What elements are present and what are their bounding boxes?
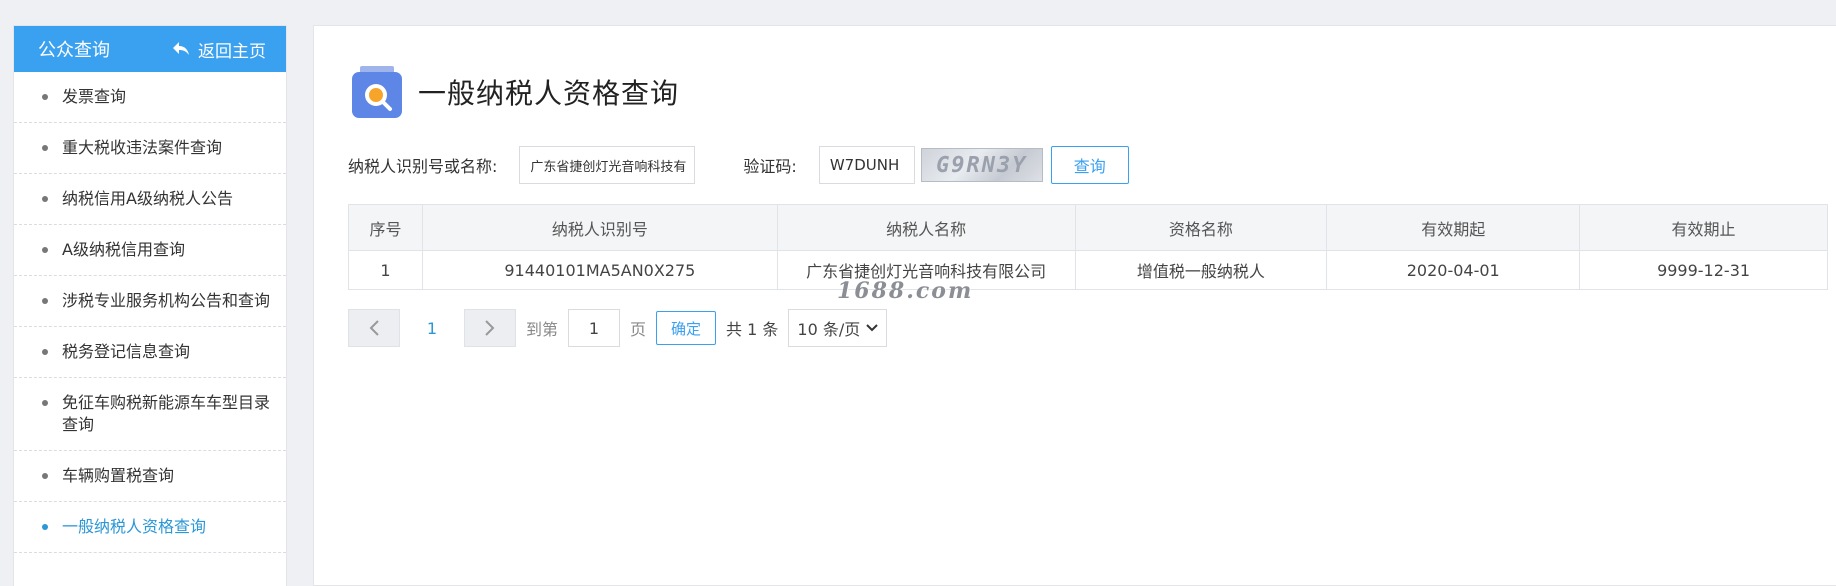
sidebar-item-label: 免征车购税新能源车车型目录查询 bbox=[62, 393, 271, 434]
bullet-icon bbox=[42, 524, 48, 530]
goto-page-input[interactable]: 1 bbox=[568, 309, 621, 347]
page-size-select[interactable]: 10 条/页 bbox=[788, 309, 888, 347]
cell-index: 1 bbox=[348, 250, 423, 290]
pagination: 1 到第 1 页 确定 共 1 条 10 条/页 bbox=[348, 309, 888, 347]
col-header-taxpayer-name: 纳税人名称 bbox=[776, 204, 1076, 251]
taxpayer-label: 纳税人识别号或名称: bbox=[348, 157, 498, 176]
sidebar-item-tax-agencies[interactable]: 涉税专业服务机构公告和查询 bbox=[14, 276, 286, 327]
sidebar-item-label: 一般纳税人资格查询 bbox=[62, 517, 207, 536]
sidebar-item-label: 重大税收违法案件查询 bbox=[62, 138, 223, 157]
captcha-label: 验证码: bbox=[743, 157, 797, 176]
bullet-icon bbox=[42, 349, 48, 355]
page-unit-label: 页 bbox=[630, 320, 647, 339]
captcha-input[interactable]: W7DUNH bbox=[818, 146, 915, 184]
watermark: 1688.com bbox=[837, 278, 974, 304]
bullet-icon bbox=[42, 473, 48, 479]
col-header-valid-to: 有效期止 bbox=[1579, 204, 1828, 251]
return-arrow-icon bbox=[173, 42, 189, 55]
sidebar-item-label: 发票查询 bbox=[62, 87, 127, 106]
sidebar-item-a-level-query[interactable]: A级纳税信用查询 bbox=[14, 225, 286, 276]
sidebar-item-label: 纳税信用A级纳税人公告 bbox=[62, 189, 233, 208]
bullet-icon bbox=[42, 94, 48, 100]
sidebar-item-label: 税务登记信息查询 bbox=[62, 342, 191, 361]
sidebar-title: 公众查询 bbox=[38, 40, 110, 61]
cell-taxpayer-id: 91440101MA5AN0X275 bbox=[421, 250, 778, 290]
sidebar-item-label: 涉税专业服务机构公告和查询 bbox=[62, 291, 271, 310]
total-count: 共 1 条 bbox=[726, 320, 779, 339]
cell-valid-from: 2020-04-01 bbox=[1326, 250, 1581, 290]
chevron-right-icon bbox=[485, 320, 495, 336]
query-form: 纳税人识别号或名称: 广东省捷创灯光音响科技有 验证码: W7DUNH G9RN… bbox=[348, 146, 1129, 184]
bullet-icon bbox=[42, 298, 48, 304]
sidebar-header: 公众查询 返回主页 bbox=[14, 26, 286, 72]
bullet-icon bbox=[42, 196, 48, 202]
query-button[interactable]: 查询 bbox=[1050, 146, 1129, 184]
col-header-valid-from: 有效期起 bbox=[1326, 204, 1581, 251]
cell-valid-to: 9999-12-31 bbox=[1579, 250, 1828, 290]
captcha-image[interactable]: G9RN3Y bbox=[920, 148, 1043, 182]
prev-page-button[interactable] bbox=[348, 309, 400, 347]
sidebar-item-a-level-notice[interactable]: 纳税信用A级纳税人公告 bbox=[14, 174, 286, 225]
sidebar-item-invoice[interactable]: 发票查询 bbox=[14, 72, 286, 123]
next-page-button[interactable] bbox=[464, 309, 516, 347]
sidebar-item-label: 车辆购置税查询 bbox=[62, 466, 175, 485]
sidebar-item-ev-catalog[interactable]: 免征车购税新能源车车型目录查询 bbox=[14, 378, 286, 451]
page-header: 一般纳税人资格查询 bbox=[350, 64, 679, 120]
sidebar-item-registration[interactable]: 税务登记信息查询 bbox=[14, 327, 286, 378]
page-size-value: 10 条/页 bbox=[797, 320, 861, 339]
sidebar-item-general-taxpayer[interactable]: 一般纳税人资格查询 bbox=[14, 502, 286, 553]
bullet-icon bbox=[42, 400, 48, 406]
sidebar-item-major-cases[interactable]: 重大税收违法案件查询 bbox=[14, 123, 286, 174]
goto-label: 到第 bbox=[526, 320, 559, 339]
bullet-icon bbox=[42, 145, 48, 151]
table-header-row: 序号 纳税人识别号 纳税人名称 资格名称 有效期起 有效期止 bbox=[348, 204, 1828, 251]
main-panel: 一般纳税人资格查询 纳税人识别号或名称: 广东省捷创灯光音响科技有 验证码: W… bbox=[313, 25, 1836, 586]
taxpayer-input[interactable]: 广东省捷创灯光音响科技有 bbox=[519, 146, 696, 184]
page-number[interactable]: 1 bbox=[406, 319, 458, 338]
back-home-link[interactable]: 返回主页 bbox=[172, 37, 266, 62]
col-header-qualification: 资格名称 bbox=[1074, 204, 1328, 251]
cell-qualification: 增值税一般纳税人 bbox=[1074, 250, 1328, 290]
sidebar: 公众查询 返回主页 发票查询 重大税收违法案件查询 纳税信用A级纳税人公告 A级… bbox=[13, 25, 287, 586]
bullet-icon bbox=[42, 247, 48, 253]
chevron-down-icon bbox=[866, 324, 878, 332]
goto-confirm-button[interactable]: 确定 bbox=[656, 311, 717, 345]
table-row: 1 91440101MA5AN0X275 广东省捷创灯光音响科技有限公司 增值税… bbox=[348, 250, 1828, 290]
search-document-icon bbox=[350, 64, 404, 120]
col-header-index: 序号 bbox=[348, 204, 423, 251]
chevron-left-icon bbox=[369, 320, 379, 336]
sidebar-item-vehicle-tax[interactable]: 车辆购置税查询 bbox=[14, 451, 286, 502]
page-title: 一般纳税人资格查询 bbox=[418, 77, 680, 110]
sidebar-item-label: A级纳税信用查询 bbox=[62, 240, 185, 259]
back-home-label: 返回主页 bbox=[198, 41, 266, 62]
col-header-taxpayer-id: 纳税人识别号 bbox=[421, 204, 778, 251]
result-table: 序号 纳税人识别号 纳税人名称 资格名称 有效期起 有效期止 1 9144010… bbox=[348, 204, 1828, 290]
